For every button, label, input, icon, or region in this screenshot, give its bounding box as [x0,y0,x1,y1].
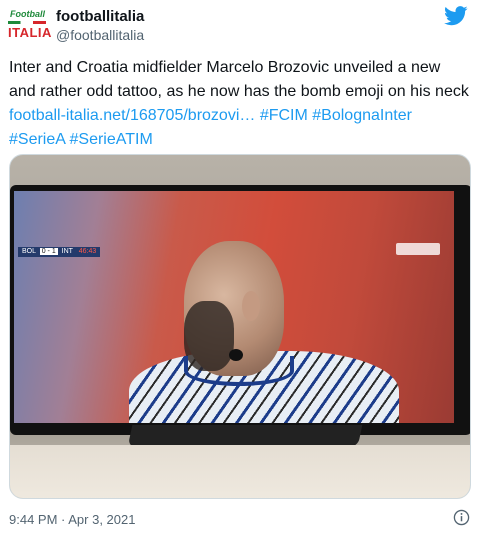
avatar-logo-bottom: ITALIA [8,25,52,40]
avatar-logo-top: Football [10,9,45,19]
avatar[interactable]: Football ITALIA [8,8,52,40]
tweet-photo[interactable]: BOL 0 - 1 INT 46:43 [9,154,471,499]
twitter-bird-icon[interactable] [444,6,468,26]
user-info[interactable]: footballitalia @footballitalia [56,7,144,44]
bomb-tattoo [229,349,243,361]
hashtag[interactable]: #FCIM [260,107,308,124]
scorebug-time: 46:43 [78,248,97,255]
table-surface [10,445,470,498]
tv-frame: BOL 0 - 1 INT 46:43 [10,185,470,435]
scorebug-home: BOL [22,248,36,255]
display-name[interactable]: footballitalia [56,7,144,26]
tweet-link[interactable]: football-italia.net/168705/brozovi… [9,107,255,124]
tweet-body: Inter and Croatia midfielder Marcelo Bro… [9,59,469,100]
broadcaster-logo [396,243,440,255]
scorebug: BOL 0 - 1 INT 46:43 [18,247,101,257]
info-icon[interactable] [453,509,470,526]
hashtag[interactable]: #BolognaInter [312,107,412,124]
user-handle[interactable]: @footballitalia [56,26,144,44]
player-ear [242,291,260,321]
avatar-flag-bar [8,21,46,24]
tweet-text: Inter and Croatia midfielder Marcelo Bro… [9,56,471,152]
player-collar [184,356,294,386]
scorebug-away: INT [61,248,73,255]
scorebug-score: 0 - 1 [39,248,58,255]
tv-screen: BOL 0 - 1 INT 46:43 [14,191,454,423]
hashtag[interactable]: #SerieA [9,131,65,148]
tweet-timestamp[interactable]: 9:44 PM · Apr 3, 2021 [9,512,135,527]
tweet-card: Football ITALIA footballitalia @football… [0,0,480,535]
hashtag[interactable]: #SerieATIM [70,131,153,148]
tv-stand [127,425,363,447]
